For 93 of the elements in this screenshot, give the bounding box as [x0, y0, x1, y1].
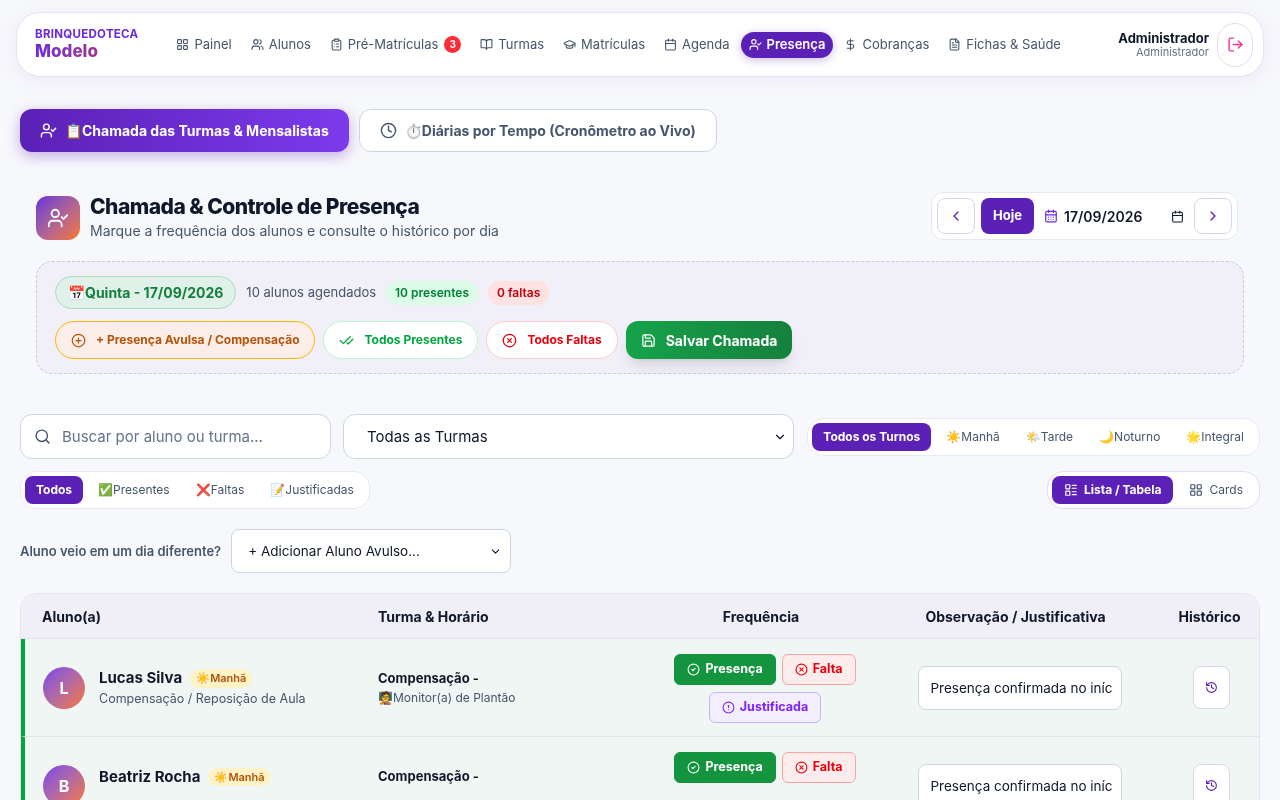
brand-name: BRINQUEDOTECA — [35, 29, 139, 41]
column-header: Aluno(a) — [41, 606, 102, 627]
calendar-icon — [664, 38, 678, 51]
date-field[interactable]: 17/09/2026 — [1040, 198, 1188, 234]
nav-item[interactable]: Cobranças — [836, 31, 938, 58]
scheduled-count: 10 alunos agendados — [246, 283, 377, 302]
nav-item[interactable]: Matrículas — [555, 31, 654, 58]
history-icon — [1205, 681, 1218, 695]
user-role: Administrador — [1136, 45, 1209, 60]
nav-item[interactable]: Presença — [740, 31, 834, 58]
status-filter[interactable]: ❌Faltas — [184, 476, 256, 505]
grid-icon — [176, 38, 190, 51]
page-title: Chamada & Controle de Presença — [90, 194, 421, 221]
page-subtitle: Marque a frequência dos alunos e consulte o histórico por dia — [90, 221, 499, 242]
search-icon — [34, 428, 51, 446]
student-avatar: B — [43, 764, 85, 800]
mode-tab[interactable]: ⏱Diárias por Tempo (Cronômetro ao Vivo) — [358, 109, 717, 152]
class-title: Compensação - — [378, 767, 480, 786]
document-icon — [948, 38, 962, 51]
logout-icon — [1226, 36, 1244, 53]
extra-attendance-button[interactable]: + Presença Avulsa / Compensação — [55, 321, 316, 360]
alert-circle-icon — [721, 701, 735, 715]
x-circle-icon — [794, 761, 808, 775]
student-name: Beatriz Rocha — [99, 765, 201, 788]
attendance-button[interactable]: Presença — [674, 654, 776, 686]
shift-filter[interactable]: Todos os Turnos — [812, 422, 932, 451]
nav-item[interactable]: Pré-Matrículas 3 — [321, 31, 470, 58]
all-absent-button[interactable]: Todos Faltas — [486, 321, 618, 360]
attendance-icon — [36, 195, 80, 240]
date-chip: 📅Quinta - 17/09/2026 — [55, 276, 237, 310]
note-field[interactable]: Presença confirmada no iníc — [917, 665, 1122, 710]
column-header: Histórico — [1178, 606, 1241, 627]
nav-item[interactable]: Turmas — [472, 31, 553, 58]
grid-icon — [1189, 483, 1204, 498]
status-filter[interactable]: Todos — [25, 476, 84, 505]
count-badge: 3 — [444, 36, 462, 53]
add-student-question: Aluno veio em um dia diferente? — [20, 541, 222, 561]
mode-tab[interactable]: 📋Chamada das Turmas & Mensalistas — [20, 109, 349, 152]
shift-badge: ☀Manhã — [208, 767, 271, 786]
student-avatar: L — [43, 666, 85, 709]
shift-badge: ☀Manhã — [190, 669, 253, 688]
attendance-button[interactable]: Justificada — [708, 692, 822, 724]
shift-filter[interactable]: 🌤Tarde — [1014, 422, 1085, 451]
x-circle-icon — [502, 332, 518, 348]
nav-item[interactable]: Alunos — [242, 31, 319, 58]
calendar-icon — [1044, 209, 1058, 223]
class-subtitle: 🧑‍🏫Monitor(a) de Plantão — [378, 688, 517, 707]
x-circle-icon — [794, 663, 808, 677]
nav-item[interactable]: Fichas & Saúde — [940, 31, 1069, 58]
nav-item[interactable]: Painel — [168, 31, 240, 58]
view-option[interactable]: Lista / Tabela — [1051, 476, 1174, 505]
view-option[interactable]: Cards — [1177, 476, 1255, 505]
user-check-icon — [40, 122, 57, 139]
absent-count: 0 faltas — [488, 280, 550, 305]
note-field[interactable]: Presença confirmada no iníc — [917, 763, 1122, 800]
check-circle-icon — [687, 761, 701, 775]
users-icon — [250, 38, 264, 51]
present-count: 10 presentes — [386, 280, 478, 305]
history-icon — [1205, 779, 1218, 793]
check-circle-icon — [687, 663, 701, 677]
clipboard-icon — [329, 38, 343, 51]
student-subtitle: Compensação / Reposição de Aula — [99, 689, 306, 708]
shift-filter[interactable]: 🌙Noturno — [1088, 422, 1172, 451]
column-header: Frequência — [722, 606, 800, 627]
add-student-select[interactable]: + Adicionar Aluno Avulso... — [231, 529, 512, 574]
user-check-icon — [748, 38, 762, 51]
user-name: Administrador — [1118, 29, 1209, 46]
plus-circle-icon — [71, 332, 86, 348]
history-button[interactable] — [1193, 666, 1230, 710]
status-filter[interactable]: ✅Presentes — [87, 476, 181, 505]
clock-icon — [379, 122, 397, 139]
attendance-button[interactable]: Falta — [781, 654, 856, 686]
attendance-button[interactable]: Presença — [674, 752, 776, 784]
shift-filter[interactable]: 🌟Integral — [1175, 422, 1255, 451]
student-name: Lucas Silva — [99, 667, 183, 690]
calendar-icon — [1171, 209, 1184, 223]
book-icon — [480, 38, 494, 51]
search-field[interactable]: Buscar por aluno ou turma... — [20, 414, 331, 460]
next-day-button[interactable] — [1194, 198, 1232, 234]
shift-filter[interactable]: ☀Manhã — [935, 422, 1011, 451]
graduation-cap-icon — [563, 38, 577, 51]
attendance-button[interactable]: Falta — [781, 752, 856, 784]
history-button[interactable] — [1193, 764, 1230, 800]
column-header: Observação / Justificativa — [925, 606, 1106, 627]
class-select[interactable]: Todas as Turmas — [343, 414, 794, 460]
list-icon — [1063, 483, 1078, 498]
nav-item[interactable]: Agenda — [656, 31, 738, 58]
save-icon — [640, 332, 656, 348]
class-title: Compensação - — [378, 669, 480, 688]
today-button[interactable]: Hoje — [981, 198, 1034, 234]
column-header: Turma & Horário — [377, 606, 490, 627]
status-filter[interactable]: 📝Justificadas — [259, 476, 365, 505]
save-button[interactable]: Salvar Chamada — [625, 321, 793, 360]
